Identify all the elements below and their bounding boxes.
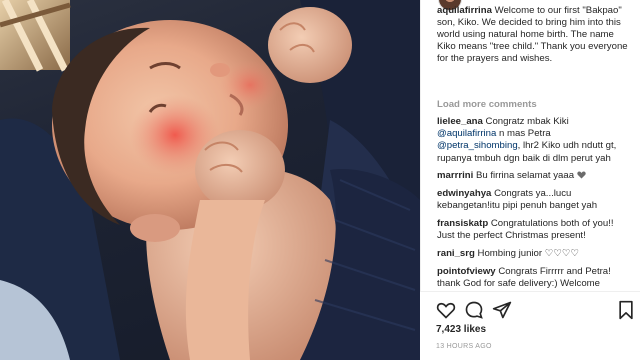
share-icon[interactable] <box>492 300 512 320</box>
caption: aquilafirrina Welcome to our first "Bakp… <box>421 0 640 96</box>
comment-username[interactable]: lielee_ana <box>437 116 483 127</box>
comment-item: lielee_ana Congratz mbak Kiki @aquilafir… <box>437 116 633 165</box>
comment-username[interactable]: fransiskatp <box>437 218 488 229</box>
comment-item: rani_srg Hombing junior ♡♡♡♡ <box>437 248 633 260</box>
heart-icon[interactable] <box>436 300 456 320</box>
likes-count[interactable]: 7,423 likes <box>436 324 486 335</box>
post-timestamp[interactable]: 13 HOURS AGO <box>436 343 492 350</box>
heart-emoji-icon <box>577 171 586 179</box>
comment-mention[interactable]: @aquilafirrina <box>437 128 496 139</box>
comment-item: fransiskatp Congratulations both of you!… <box>437 218 633 242</box>
load-more-comments-button[interactable]: Load more comments <box>437 99 537 110</box>
comment-text: Hombing junior ♡♡♡♡ <box>477 247 580 259</box>
comment-text: Bu firrina selamat yaaa <box>475 170 575 182</box>
post-photo <box>0 0 420 360</box>
comment-list: lielee_ana Congratz mbak Kiki @aquilafir… <box>437 116 633 295</box>
bookmark-icon[interactable] <box>616 300 636 320</box>
comment-mention[interactable]: @petra_sihombing <box>437 140 518 151</box>
baby-photo-illustration <box>0 0 420 360</box>
caption-text: aquilafirrina Welcome to our first "Bakp… <box>437 5 633 65</box>
comment-item: edwinyahya Congrats ya...lucu kebangetan… <box>437 188 633 212</box>
comment-item: marrrini Bu firrina selamat yaaa <box>437 170 633 182</box>
comment-username[interactable]: pointofviewy <box>437 266 496 277</box>
post-actions: 7,423 likes 13 HOURS AGO <box>420 291 640 360</box>
comment-username[interactable]: edwinyahya <box>437 188 491 199</box>
caption-username[interactable]: aquilafirrina <box>437 5 492 16</box>
comment-text: Congratz mbak Kiki <box>485 116 569 127</box>
comment-item: pointofviewy Congrats Firrrrr and Petra!… <box>437 266 633 290</box>
comment-text: n mas Petra <box>499 128 551 140</box>
comment-icon[interactable] <box>464 300 484 320</box>
comment-username[interactable]: rani_srg <box>437 248 475 259</box>
comment-username[interactable]: marrrini <box>437 170 473 181</box>
